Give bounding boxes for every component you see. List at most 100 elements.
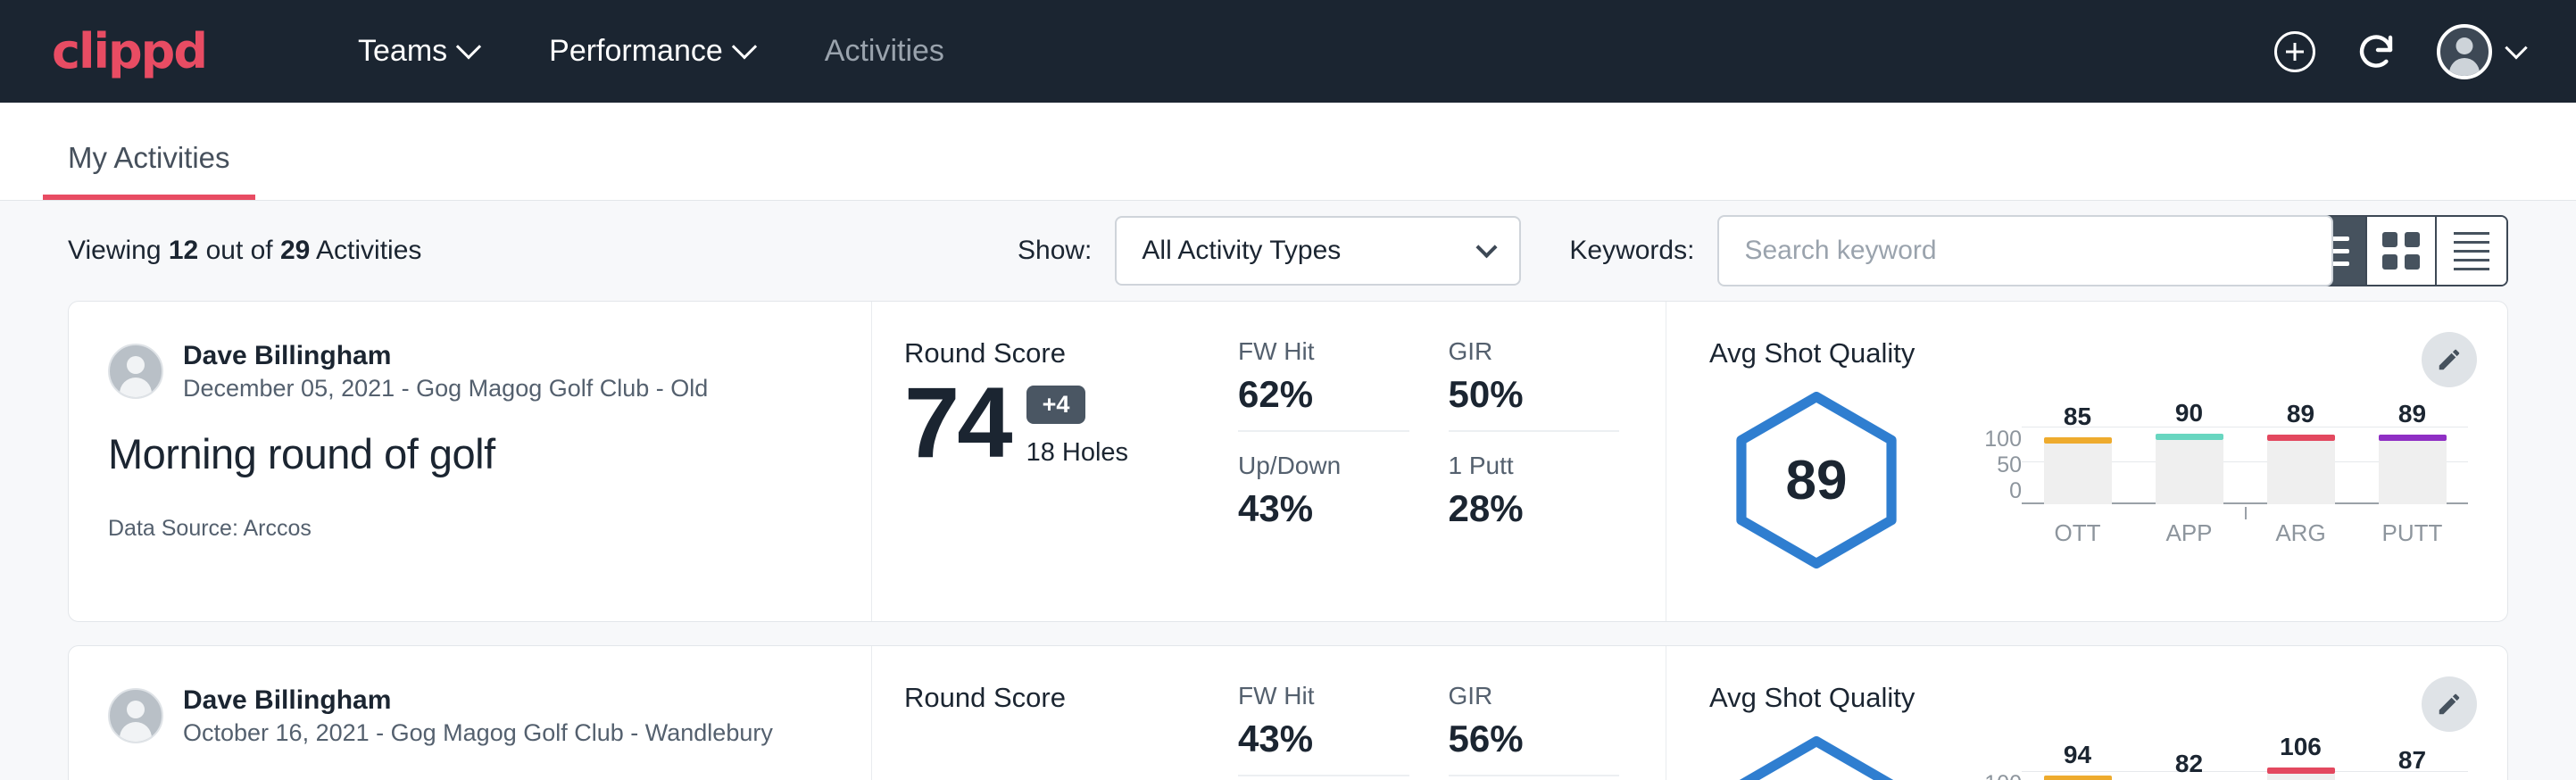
stat-value: 50%	[1449, 373, 1620, 416]
show-label: Show:	[1018, 236, 1092, 266]
stat-up-down: Up/Down 43%	[1238, 452, 1409, 544]
nav-item-teams[interactable]: Teams	[322, 34, 513, 69]
bar-column-putt: 89	[2379, 427, 2447, 504]
activity-card[interactable]: Dave Billingham October 16, 2021 - Gog M…	[68, 645, 2508, 780]
bar-cap	[2379, 435, 2447, 441]
top-navigation-bar: clippd Teams Performance Activities	[0, 0, 2576, 103]
stat-label: FW Hit	[1238, 337, 1409, 366]
plus-circle-icon[interactable]	[2274, 31, 2315, 72]
plot-area: 85 90 89	[2022, 414, 2468, 547]
x-axis-label: ARG	[2267, 519, 2335, 547]
bar-value-label: 89	[2398, 400, 2426, 428]
bar-rect	[2044, 444, 2112, 503]
bar-column-ott: 85	[2044, 427, 2112, 504]
bar-column-arg: 106	[2267, 771, 2335, 780]
stat-label: FW Hit	[1238, 682, 1409, 710]
y-axis-tick: 100	[1984, 771, 2022, 780]
user-avatar-icon	[2437, 24, 2492, 79]
shot-quality-column: Avg Shot Quality 100500 94	[1666, 646, 2507, 780]
stat-gir: GIR 50%	[1449, 337, 1620, 432]
compact-view-icon[interactable]	[2437, 217, 2506, 285]
bar-column-app: 90	[2156, 427, 2223, 504]
bar-cap	[2267, 768, 2335, 774]
x-axis-label: OTT	[2044, 519, 2112, 547]
search-input[interactable]	[1717, 215, 2333, 286]
avg-shot-quality-value: 89	[1709, 392, 1924, 568]
data-source-label: Data Source: Arccos	[108, 516, 832, 542]
y-axis-tick: 0	[2009, 478, 2022, 504]
stat-label: GIR	[1449, 682, 1620, 710]
x-axis-label: APP	[2156, 519, 2223, 547]
stat-value: 43%	[1238, 718, 1409, 760]
activity-meta: October 16, 2021 - Gog Magog Golf Club -…	[183, 718, 773, 749]
y-axis: 100500	[1959, 414, 2022, 547]
stat-one-putt: 1 Putt 28%	[1449, 452, 1620, 544]
viewing-middle: out of	[198, 236, 280, 265]
nav-item-performance[interactable]: Performance	[513, 34, 789, 69]
activity-card-list: Dave Billingham December 05, 2021 - Gog …	[0, 301, 2576, 780]
round-score-column: Round Score 74 +4 18 Holes	[872, 302, 1238, 621]
y-axis-tick: 100	[1984, 427, 2022, 452]
filter-toolbar: Viewing 12 out of 29 Activities Show: Al…	[0, 201, 2576, 301]
clippd-logo[interactable]: clippd	[52, 28, 206, 76]
bar-value-label: 87	[2398, 746, 2426, 775]
tab-my-activities[interactable]: My Activities	[43, 141, 255, 200]
bar-value-label: 82	[2175, 750, 2203, 778]
player-name: Dave Billingham	[183, 339, 708, 373]
stats-grid: FW Hit 43% GIR 56%	[1238, 682, 1658, 780]
viewing-count-text: Viewing 12 out of 29 Activities	[68, 236, 421, 266]
bar-column-putt: 87	[2379, 771, 2447, 780]
score-differential-badge: +4	[1026, 386, 1086, 424]
bar-rect	[2156, 440, 2223, 503]
user-avatar-icon	[108, 688, 163, 743]
viewing-prefix: Viewing	[68, 236, 169, 265]
y-axis-tick: 50	[1997, 452, 2022, 478]
refresh-icon[interactable]	[2355, 30, 2397, 73]
stats-column: FW Hit 62% GIR 50% Up/Down 43% 1 Putt 28…	[1238, 302, 1666, 621]
chevron-down-icon	[732, 34, 757, 59]
user-menu[interactable]	[2437, 24, 2524, 79]
activity-info-column: Dave Billingham December 05, 2021 - Gog …	[69, 302, 872, 621]
bar-cap	[2156, 434, 2223, 440]
bar-value-label: 90	[2175, 399, 2203, 427]
bar-column-arg: 89	[2267, 427, 2335, 504]
player-name: Dave Billingham	[183, 684, 773, 718]
stat-label: GIR	[1449, 337, 1620, 366]
stat-value: 28%	[1449, 487, 1620, 530]
stat-label: Up/Down	[1238, 452, 1409, 480]
stat-value: 43%	[1238, 487, 1409, 530]
chevron-down-icon	[1476, 236, 1498, 258]
activity-card[interactable]: Dave Billingham December 05, 2021 - Gog …	[68, 301, 2508, 622]
viewing-suffix: Activities	[310, 236, 421, 265]
stat-value: 56%	[1449, 718, 1620, 760]
holes-played-label: 18 Holes	[1026, 438, 1128, 468]
stat-fw-hit: FW Hit 43%	[1238, 682, 1409, 776]
bar-cap	[2044, 776, 2112, 780]
edit-activity-button[interactable]	[2422, 332, 2477, 387]
bar-cap	[2044, 437, 2112, 444]
chevron-down-icon	[2505, 37, 2527, 59]
edit-pencil-icon	[2436, 346, 2463, 373]
shot-quality-bar-chart: 100500 94 82	[1924, 759, 2468, 780]
primary-nav: Teams Performance Activities	[322, 34, 980, 69]
chevron-down-icon	[456, 34, 481, 59]
nav-item-activities[interactable]: Activities	[789, 34, 980, 69]
x-axis-label: PUTT	[2379, 519, 2447, 547]
edit-pencil-icon	[2436, 691, 2463, 718]
plot-area: 94 82 106	[2022, 759, 2468, 780]
avg-shot-quality-label: Avg Shot Quality	[1709, 337, 2468, 369]
keywords-label: Keywords:	[1569, 236, 1694, 266]
shot-quality-column: Avg Shot Quality 89 100500 85	[1666, 302, 2507, 621]
avg-shot-quality-label: Avg Shot Quality	[1709, 682, 2468, 714]
viewing-count: 12	[169, 236, 198, 265]
bar-value-label: 106	[2280, 733, 2322, 761]
nav-actions	[2274, 24, 2524, 79]
stat-fw-hit: FW Hit 62%	[1238, 337, 1409, 432]
grid-view-icon[interactable]	[2367, 217, 2437, 285]
activity-type-select[interactable]: All Activity Types	[1115, 216, 1521, 286]
nav-item-label: Performance	[549, 34, 723, 69]
round-score-value: 74	[904, 373, 1010, 473]
stat-gir: GIR 56%	[1449, 682, 1620, 776]
edit-activity-button[interactable]	[2422, 676, 2477, 732]
activity-meta: December 05, 2021 - Gog Magog Golf Club …	[183, 373, 708, 404]
